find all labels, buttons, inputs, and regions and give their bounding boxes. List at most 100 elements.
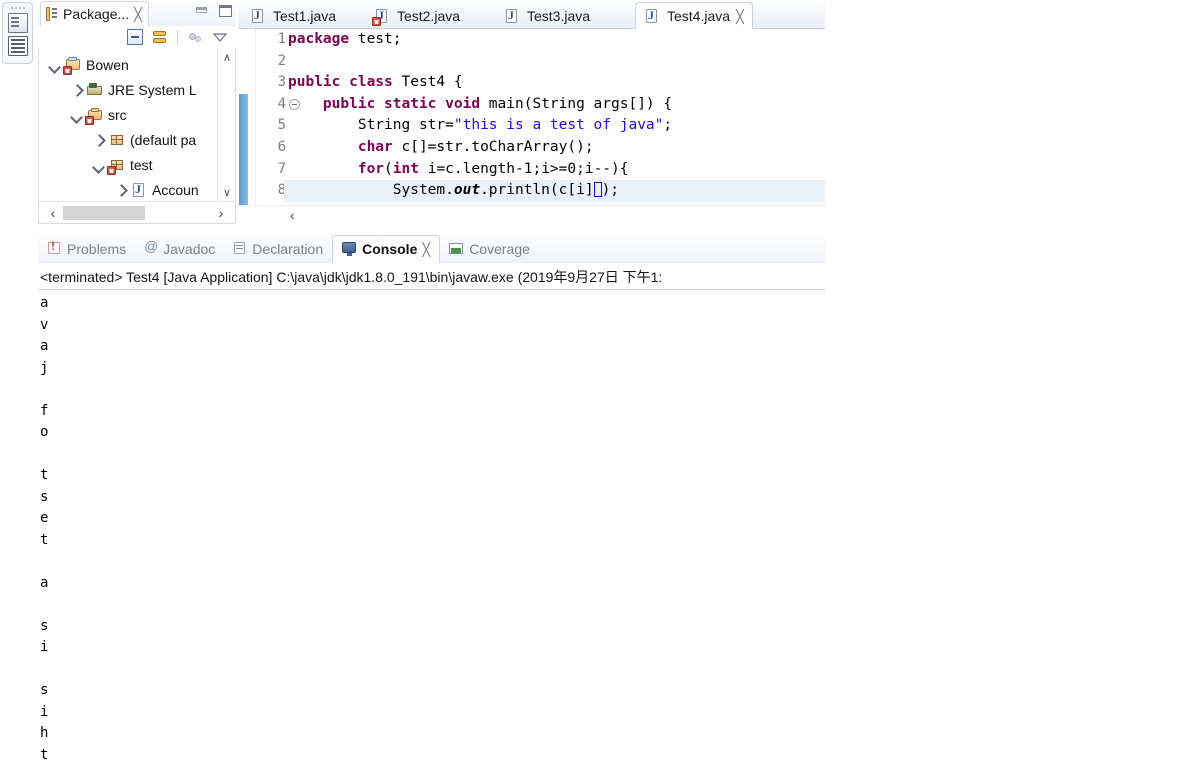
javadoc-icon xyxy=(144,238,158,256)
chevron-right-icon[interactable] xyxy=(91,133,105,147)
chevron-right-icon[interactable] xyxy=(113,183,127,197)
close-icon[interactable]: ╳ xyxy=(134,8,142,21)
code-token: System. xyxy=(288,182,454,199)
code-token: Test4 { xyxy=(392,74,463,91)
console-status-divider xyxy=(38,289,825,290)
tree-horizontal-scrollbar[interactable]: ‹ › xyxy=(39,201,235,223)
package-explorer-tab-label: Package... xyxy=(63,6,130,22)
code-line[interactable]: package test; xyxy=(284,29,825,51)
tree-item-label: Accoun xyxy=(152,181,199,198)
view-window-buttons xyxy=(194,4,234,19)
console-output: a v a j f o t s e t a s i s i h t xyxy=(40,295,49,763)
java-file-icon xyxy=(644,8,661,24)
tab-coverage[interactable]: Coverage xyxy=(440,234,539,263)
editor-scroll-thumb[interactable] xyxy=(239,94,248,206)
editor-tab-test2-java[interactable]: Test2.java xyxy=(366,2,468,29)
code-token: public class xyxy=(288,74,393,91)
horizontal-scroll-thumb[interactable] xyxy=(63,206,145,220)
editor-tab-test1-java[interactable]: Test1.java xyxy=(242,2,344,29)
close-icon[interactable]: ╳ xyxy=(736,10,744,23)
tab-declaration[interactable]: Declaration xyxy=(224,234,332,263)
bottom-panel-tab-row: Problems Javadoc Declaration Console ╳ Covera… xyxy=(38,234,825,263)
collapse-all-icon[interactable] xyxy=(127,29,143,45)
tree-item-label: JRE System L xyxy=(108,81,197,98)
code-token: String str= xyxy=(288,117,454,134)
tab-javadoc[interactable]: Javadoc xyxy=(135,234,224,263)
code-line[interactable]: for(int i=c.length-1;i>=0;i--){ xyxy=(284,159,825,181)
tab-problems[interactable]: Problems xyxy=(38,234,135,263)
chevron-down-icon[interactable] xyxy=(69,108,83,122)
code-token: main(String args[]) { xyxy=(480,95,673,112)
minimize-view-button[interactable] xyxy=(194,4,210,19)
code-line[interactable]: public class Test4 { xyxy=(284,72,825,94)
package-explorer-fastview-icon[interactable] xyxy=(7,36,28,56)
tree-item-label: test xyxy=(130,156,153,173)
tree-item-accoun[interactable]: Accoun xyxy=(39,177,217,201)
scroll-right-icon[interactable]: › xyxy=(211,202,231,223)
java-file-icon xyxy=(131,182,148,198)
source-code[interactable]: package test; public class Test4 { public… xyxy=(284,29,825,205)
code-line[interactable]: System.out.println(c[i]); xyxy=(284,180,825,202)
bottom-tab-label: Coverage xyxy=(469,240,530,257)
fast-view-bar-grip[interactable] xyxy=(10,6,25,11)
project-tree[interactable]: Bowen JRE System L src (default pa test Accou… xyxy=(39,52,217,201)
editor-tab-test3-java[interactable]: Test3.java xyxy=(496,2,598,29)
view-menu-icon[interactable] xyxy=(187,29,203,45)
java-editor: Test1.java Test2.java Test3.java Test4.java… xyxy=(238,0,825,224)
package-explorer-body: Bowen JRE System L src (default pa test Accou… xyxy=(38,48,236,224)
tree-item-jre-system-l[interactable]: JRE System L xyxy=(39,77,217,102)
code-line[interactable] xyxy=(284,51,825,73)
chevron-down-icon[interactable] xyxy=(47,58,61,72)
code-token: public static void xyxy=(322,95,481,112)
scroll-down-icon[interactable]: ∨ xyxy=(218,183,235,201)
text-cursor xyxy=(593,182,602,198)
code-line[interactable]: String str="this is a test of java"; xyxy=(284,115,825,137)
eclipse-workbench: Package... ╳ Bowen JRE System L src (defaul… xyxy=(0,0,1203,769)
editor-tab-row: Test1.java Test2.java Test3.java Test4.java… xyxy=(238,0,825,29)
tab-console[interactable]: Console ╳ xyxy=(332,234,441,263)
project-icon xyxy=(63,56,82,75)
code-token: test; xyxy=(349,31,402,47)
tab-package-explorer[interactable]: Package... ╳ xyxy=(40,1,149,26)
tree-item-default-pa[interactable]: (default pa xyxy=(39,127,217,152)
editor-scroll-left-icon[interactable]: ‹ xyxy=(290,206,295,224)
console-body[interactable]: <terminated> Test4 [Java Application] C:… xyxy=(38,263,825,769)
editor-vertical-scrollbar[interactable] xyxy=(238,29,248,206)
tree-item-bowen[interactable]: Bowen xyxy=(39,52,217,77)
maximize-view-button[interactable] xyxy=(218,4,234,19)
link-with-editor-icon[interactable] xyxy=(152,29,168,45)
coverage-icon xyxy=(449,242,464,256)
editor-horizontal-scrollbar[interactable]: ‹ xyxy=(238,205,825,224)
scroll-left-icon[interactable]: ‹ xyxy=(43,202,63,223)
open-perspective-icon[interactable] xyxy=(7,13,28,33)
editor-area[interactable]: 12345678 package test; public class Test4… xyxy=(238,29,825,224)
tree-item-test[interactable]: test xyxy=(39,152,217,177)
error-marker-icon xyxy=(63,65,72,75)
code-line[interactable]: char c[]=str.toCharArray(); xyxy=(284,137,825,159)
code-token: out xyxy=(453,182,481,199)
code-token: char xyxy=(357,138,393,155)
error-marker-icon xyxy=(85,115,94,125)
code-token: package xyxy=(288,31,350,47)
tree-vertical-scrollbar[interactable]: ∧ ∨ xyxy=(217,48,235,201)
code-token: for xyxy=(357,160,385,177)
tree-item-label: src xyxy=(108,106,127,123)
tree-item-src[interactable]: src xyxy=(39,102,217,127)
toolbar-separator xyxy=(177,30,178,44)
chevron-right-icon[interactable] xyxy=(69,83,83,97)
editor-tab-test4-java[interactable]: Test4.java ╳ xyxy=(635,2,753,29)
editor-tab-label: Test2.java xyxy=(397,7,461,24)
chevron-down-icon[interactable] xyxy=(212,29,228,45)
code-token: c[]=str.toCharArray(); xyxy=(392,138,594,155)
editor-marker-ruler[interactable] xyxy=(248,29,256,205)
chevron-down-icon[interactable] xyxy=(91,158,105,172)
code-token: ( xyxy=(384,160,393,177)
close-icon[interactable]: ╳ xyxy=(422,243,430,256)
editor-tab-label: Test4.java xyxy=(667,8,731,24)
code-line[interactable]: public static void main(String args[]) { xyxy=(284,94,825,116)
scroll-up-icon[interactable]: ∧ xyxy=(218,48,235,66)
package-explorer-tab-row: Package... ╳ xyxy=(38,0,236,26)
code-token: i=c.length-1;i>=0;i--){ xyxy=(418,160,629,177)
java-file-icon xyxy=(504,8,521,24)
